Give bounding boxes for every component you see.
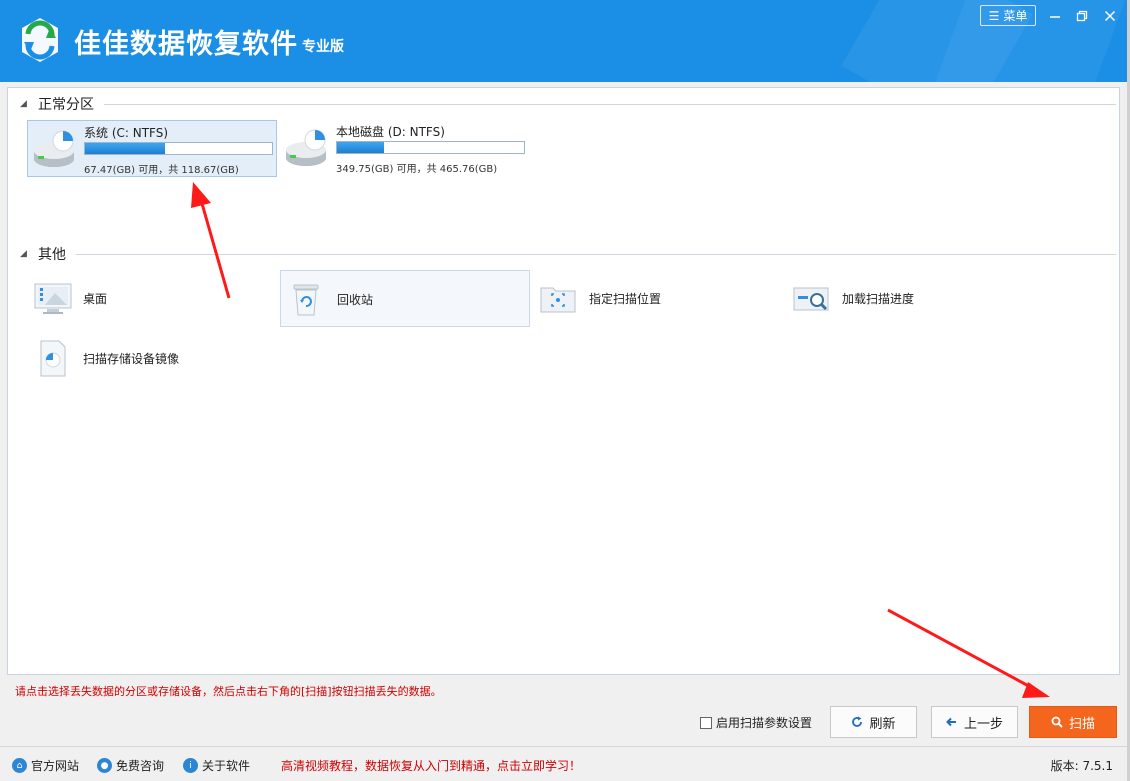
drive-c-item[interactable]: 系统 (C: NTFS) 67.47(GB) 可用，共 118.67(GB)	[27, 120, 277, 177]
hamburger-icon: ☰	[988, 8, 1000, 23]
disk-image-icon	[40, 340, 66, 377]
drive-usage-bar	[84, 142, 273, 155]
version-label: 版本: 7.5.1	[1050, 759, 1113, 773]
folder-scan-icon	[540, 287, 576, 313]
load-progress-icon	[793, 287, 829, 311]
desktop-item[interactable]: 桌面	[27, 270, 277, 327]
collapse-triangle-icon: ◢	[20, 249, 27, 259]
checkbox-box[interactable]	[700, 716, 712, 729]
hint-text: 请点击选择丢失数据的分区或存储设备，然后点击右下角的[扫描]按钮扫描丢失的数据。	[15, 685, 442, 698]
item-label: 扫描存储设备镜像	[83, 352, 180, 366]
minimize-icon	[1050, 16, 1060, 18]
restore-icon	[1076, 10, 1088, 22]
annotation-arrowhead	[1022, 682, 1050, 698]
search-icon	[1051, 716, 1063, 728]
drive-capacity: 67.47(GB) 可用，共 118.67(GB)	[84, 165, 239, 176]
refresh-button[interactable]: 刷新	[830, 706, 917, 738]
other-section-header[interactable]: ◢ 其他	[20, 244, 1116, 264]
checkbox-label: 启用扫描参数设置	[716, 716, 813, 730]
load-scan-progress-item[interactable]: 加载扫描进度	[786, 270, 1036, 327]
drive-usage-fill	[85, 143, 166, 154]
back-button-label: 上一步	[963, 716, 1003, 732]
section-title: 正常分区	[38, 97, 94, 113]
item-label: 指定扫描位置	[589, 292, 662, 306]
consult-link[interactable]: ● 免费咨询	[97, 757, 164, 774]
divider	[104, 103, 1116, 105]
close-icon	[1104, 10, 1116, 22]
divider	[76, 253, 1116, 255]
specify-scan-location-item[interactable]: 指定扫描位置	[533, 270, 783, 327]
minimize-button[interactable]	[1044, 6, 1066, 26]
collapse-triangle-icon: ◢	[20, 99, 27, 109]
restore-button[interactable]	[1071, 6, 1093, 26]
main-panel: ◢ 正常分区 系统 (C: NTFS) 67.47(GB) 可用，共 118.6…	[7, 87, 1120, 675]
drive-capacity: 349.75(GB) 可用，共 465.76(GB)	[336, 164, 498, 175]
item-label: 桌面	[83, 292, 108, 306]
consult-link-label: 免费咨询	[116, 759, 165, 773]
app-logo-icon	[22, 18, 58, 62]
scan-params-checkbox[interactable]: 启用扫描参数设置	[700, 714, 812, 731]
menu-button[interactable]: ☰ 菜单	[980, 5, 1036, 26]
app-title: 佳佳数据恢复软件	[74, 29, 298, 60]
arrow-left-icon	[946, 717, 956, 727]
desktop-icon	[34, 283, 72, 314]
section-title: 其他	[38, 247, 66, 263]
item-label: 加载扫描进度	[842, 292, 915, 306]
drive-usage-bar	[336, 141, 525, 154]
about-link[interactable]: i 关于软件	[183, 757, 250, 774]
info-icon: i	[183, 758, 198, 773]
scan-device-image-item[interactable]: 扫描存储设备镜像	[27, 330, 277, 387]
about-link-label: 关于软件	[202, 759, 251, 773]
status-bar: ⌂ 官方网站 ● 免费咨询 i 关于软件 高清视频教程，数据恢复从入门到精通，点…	[0, 746, 1127, 781]
menu-button-label: 菜单	[1003, 9, 1028, 23]
scan-button[interactable]: 扫描	[1029, 706, 1117, 738]
partitions-section-header[interactable]: ◢ 正常分区	[20, 94, 1116, 114]
item-label: 回收站	[337, 293, 374, 307]
close-button[interactable]	[1099, 6, 1121, 26]
drive-d-item[interactable]: 本地磁盘 (D: NTFS) 349.75(GB) 可用，共 465.76(GB…	[280, 120, 530, 177]
refresh-button-label: 刷新	[869, 716, 896, 732]
recycle-bin-icon	[293, 284, 319, 316]
website-link-label: 官方网站	[31, 759, 80, 773]
app-window: 佳佳数据恢复软件 专业版 ☰ 菜单 ◢ 正常分区 系统 (C: NTFS) 67…	[0, 0, 1130, 781]
hard-drive-icon	[286, 129, 326, 166]
title-bar: 佳佳数据恢复软件 专业版 ☰ 菜单	[0, 0, 1127, 82]
home-icon: ⌂	[12, 758, 27, 773]
hard-drive-icon	[34, 130, 74, 167]
refresh-icon	[852, 716, 863, 727]
video-tutorial-link[interactable]: 高清视频教程，数据恢复从入门到精通，点击立即学习！	[281, 757, 581, 774]
scan-button-label: 扫描	[1068, 716, 1095, 732]
app-edition: 专业版	[302, 39, 344, 55]
drive-name: 系统 (C: NTFS)	[84, 126, 169, 140]
recycle-bin-item[interactable]: 回收站	[280, 270, 530, 327]
website-link[interactable]: ⌂ 官方网站	[12, 757, 79, 774]
drive-name: 本地磁盘 (D: NTFS)	[336, 125, 445, 139]
back-button[interactable]: 上一步	[931, 706, 1018, 738]
chat-icon: ●	[97, 758, 112, 773]
drive-usage-fill	[337, 142, 384, 153]
